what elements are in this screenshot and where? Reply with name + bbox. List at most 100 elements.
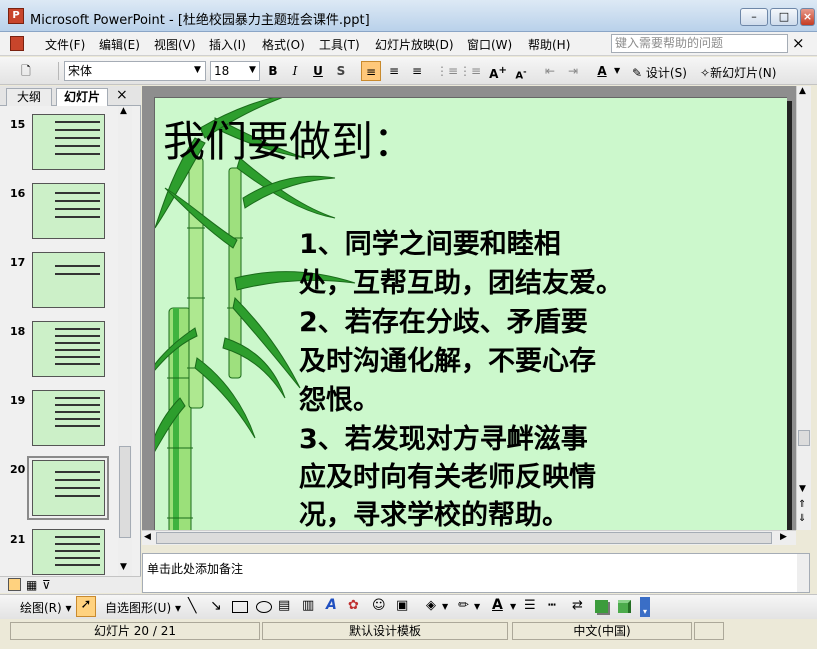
menu-format[interactable]: 格式(O) [262, 36, 305, 53]
3d-style-icon[interactable] [618, 600, 631, 613]
bold-button[interactable]: B [263, 61, 283, 81]
slide-thumbnail-21[interactable] [32, 529, 105, 575]
font-color-icon[interactable]: A [592, 61, 612, 81]
previous-slide-icon[interactable]: ⇑ [798, 500, 806, 510]
align-left-button[interactable]: ≡ [361, 61, 381, 81]
powerpoint-app-icon[interactable]: P [8, 8, 24, 24]
shadow-button[interactable]: S [331, 61, 351, 81]
text-color-icon[interactable]: A [492, 597, 503, 613]
rectangle-tool-icon[interactable] [232, 601, 248, 613]
fill-color-icon[interactable]: ◈ [426, 598, 436, 613]
slide-horizontal-scrollbar[interactable]: ◀ ▶ [142, 530, 796, 545]
menu-window[interactable]: 窗口(W) [467, 36, 512, 53]
line-color-icon[interactable]: ✏ [458, 598, 469, 613]
close-button[interactable]: × [800, 8, 815, 26]
thumb-number: 20 [10, 463, 26, 476]
slide-thumbnail-16[interactable] [32, 183, 105, 239]
new-slide-button[interactable]: ✧新幻灯片(N) [700, 64, 776, 81]
increase-indent-icon[interactable]: ⇥ [563, 61, 583, 81]
design-button[interactable]: ✎ 设计(S) [632, 64, 687, 81]
chevron-down-icon[interactable]: ▼ [474, 602, 480, 611]
menu-edit[interactable]: 编辑(E) [99, 36, 140, 53]
new-document-icon[interactable]: 🗋 [16, 61, 36, 81]
body-line: 及时沟通化解，不要心存 [299, 346, 596, 377]
menu-slideshow[interactable]: 幻灯片放映(D) [375, 36, 454, 53]
thumb-number: 16 [10, 187, 26, 200]
arrow-tool-icon[interactable]: ↘ [210, 598, 222, 614]
align-right-button[interactable]: ≡ [407, 61, 427, 81]
autoshapes-menu-button[interactable]: 自选图形(U) ▾ [105, 599, 181, 616]
help-search-input[interactable]: 键入需要帮助的问题 [611, 34, 788, 53]
chevron-down-icon[interactable]: ▼ [442, 602, 448, 611]
view-buttons: ▦ ⊽ [0, 576, 141, 593]
maximize-button[interactable]: □ [770, 8, 798, 26]
scroll-left-icon[interactable]: ◀ [144, 532, 151, 542]
textbox-tool-icon[interactable]: ▤ [278, 598, 290, 613]
numbered-list-icon[interactable]: ⋮≡ [436, 61, 458, 81]
underline-button[interactable]: U [308, 61, 328, 81]
vertical-textbox-icon[interactable]: ▥ [302, 598, 314, 613]
bulleted-list-icon[interactable]: ⋮≡ [459, 61, 481, 81]
chevron-down-icon[interactable]: ▼ [614, 66, 620, 75]
close-document-button[interactable]: × [792, 34, 805, 52]
thumb-number: 19 [10, 394, 26, 407]
scroll-thumb[interactable] [119, 446, 131, 538]
line-style-icon[interactable]: ☰ [524, 598, 536, 613]
diagram-icon[interactable]: ✿ [348, 598, 359, 613]
draw-menu-button[interactable]: 绘图(R) ▾ [20, 599, 72, 616]
slide-canvas[interactable]: 我们要做到： 1、同学之间要和睦相 处，互帮互助，团结友爱。 2、若存在分歧、矛… [154, 97, 787, 530]
chevron-down-icon[interactable]: ▼ [510, 602, 516, 611]
oval-tool-icon[interactable] [256, 601, 272, 613]
shadow-style-icon[interactable] [595, 600, 608, 613]
align-center-button[interactable]: ≡ [384, 61, 404, 81]
select-pointer-icon[interactable]: ➚ [76, 596, 96, 617]
slide-thumbnail-20[interactable] [32, 460, 105, 516]
scroll-thumb[interactable] [798, 430, 810, 446]
dash-style-icon[interactable]: ┅ [548, 598, 556, 613]
next-slide-icon[interactable]: ⇓ [798, 514, 806, 524]
menu-view[interactable]: 视图(V) [154, 36, 196, 53]
slide-thumbnail-19[interactable] [32, 390, 105, 446]
scroll-down-icon[interactable]: ▼ [799, 484, 806, 494]
font-name-select[interactable]: 宋体 [64, 61, 206, 81]
scroll-down-icon[interactable]: ▼ [120, 562, 127, 572]
italic-button[interactable]: I [285, 61, 305, 81]
wordart-icon[interactable]: A [326, 597, 337, 613]
notes-placeholder[interactable]: 单击此处添加备注 [147, 560, 243, 577]
slide-thumbnail-15[interactable] [32, 114, 105, 170]
scroll-up-icon[interactable]: ▲ [120, 106, 127, 116]
slide-thumbnail-17[interactable] [32, 252, 105, 308]
line-tool-icon[interactable]: ╲ [188, 598, 196, 614]
minimize-button[interactable]: – [740, 8, 768, 26]
increase-font-icon[interactable]: A+ [488, 61, 508, 81]
arrow-style-icon[interactable]: ⇄ [572, 598, 583, 613]
scroll-right-icon[interactable]: ▶ [780, 532, 787, 542]
slide-thumbnail-18[interactable] [32, 321, 105, 377]
insert-picture-icon[interactable]: ▣ [396, 598, 408, 613]
slideshow-view-icon[interactable]: ⊽ [42, 578, 51, 592]
close-panel-button[interactable]: × [116, 87, 128, 103]
slide-title[interactable]: 我们要做到： [163, 108, 415, 169]
chevron-down-icon[interactable]: ▼ [249, 65, 256, 75]
slide-sorter-icon[interactable]: ▦ [26, 578, 37, 592]
slide-vertical-scrollbar[interactable]: ▲ ▼ ⇑ ⇓ [796, 86, 811, 530]
tab-outline[interactable]: 大纲 [6, 88, 52, 106]
scroll-thumb[interactable] [156, 532, 772, 544]
chevron-down-icon[interactable]: ▼ [194, 65, 201, 75]
menu-tools[interactable]: 工具(T) [319, 36, 360, 53]
notes-scrollbar[interactable] [797, 554, 809, 592]
menu-help[interactable]: 帮助(H) [528, 36, 570, 53]
notes-pane[interactable]: 单击此处添加备注 [142, 553, 810, 593]
design-template-name[interactable]: 默认设计模板 [262, 622, 508, 640]
menu-insert[interactable]: 插入(I) [209, 36, 246, 53]
decrease-indent-icon[interactable]: ⇤ [540, 61, 560, 81]
menu-file[interactable]: 文件(F) [45, 36, 85, 53]
tab-slides[interactable]: 幻灯片 [56, 88, 108, 106]
toolbar-options-icon[interactable]: ▾ [640, 597, 650, 617]
document-icon[interactable] [10, 36, 24, 51]
clipart-icon[interactable]: ☺ [372, 598, 386, 613]
normal-view-icon[interactable] [8, 578, 21, 591]
scroll-up-icon[interactable]: ▲ [799, 86, 806, 96]
decrease-font-icon[interactable]: A- [511, 61, 531, 81]
thumbnail-scrollbar[interactable]: ▲ ▼ [118, 106, 132, 576]
